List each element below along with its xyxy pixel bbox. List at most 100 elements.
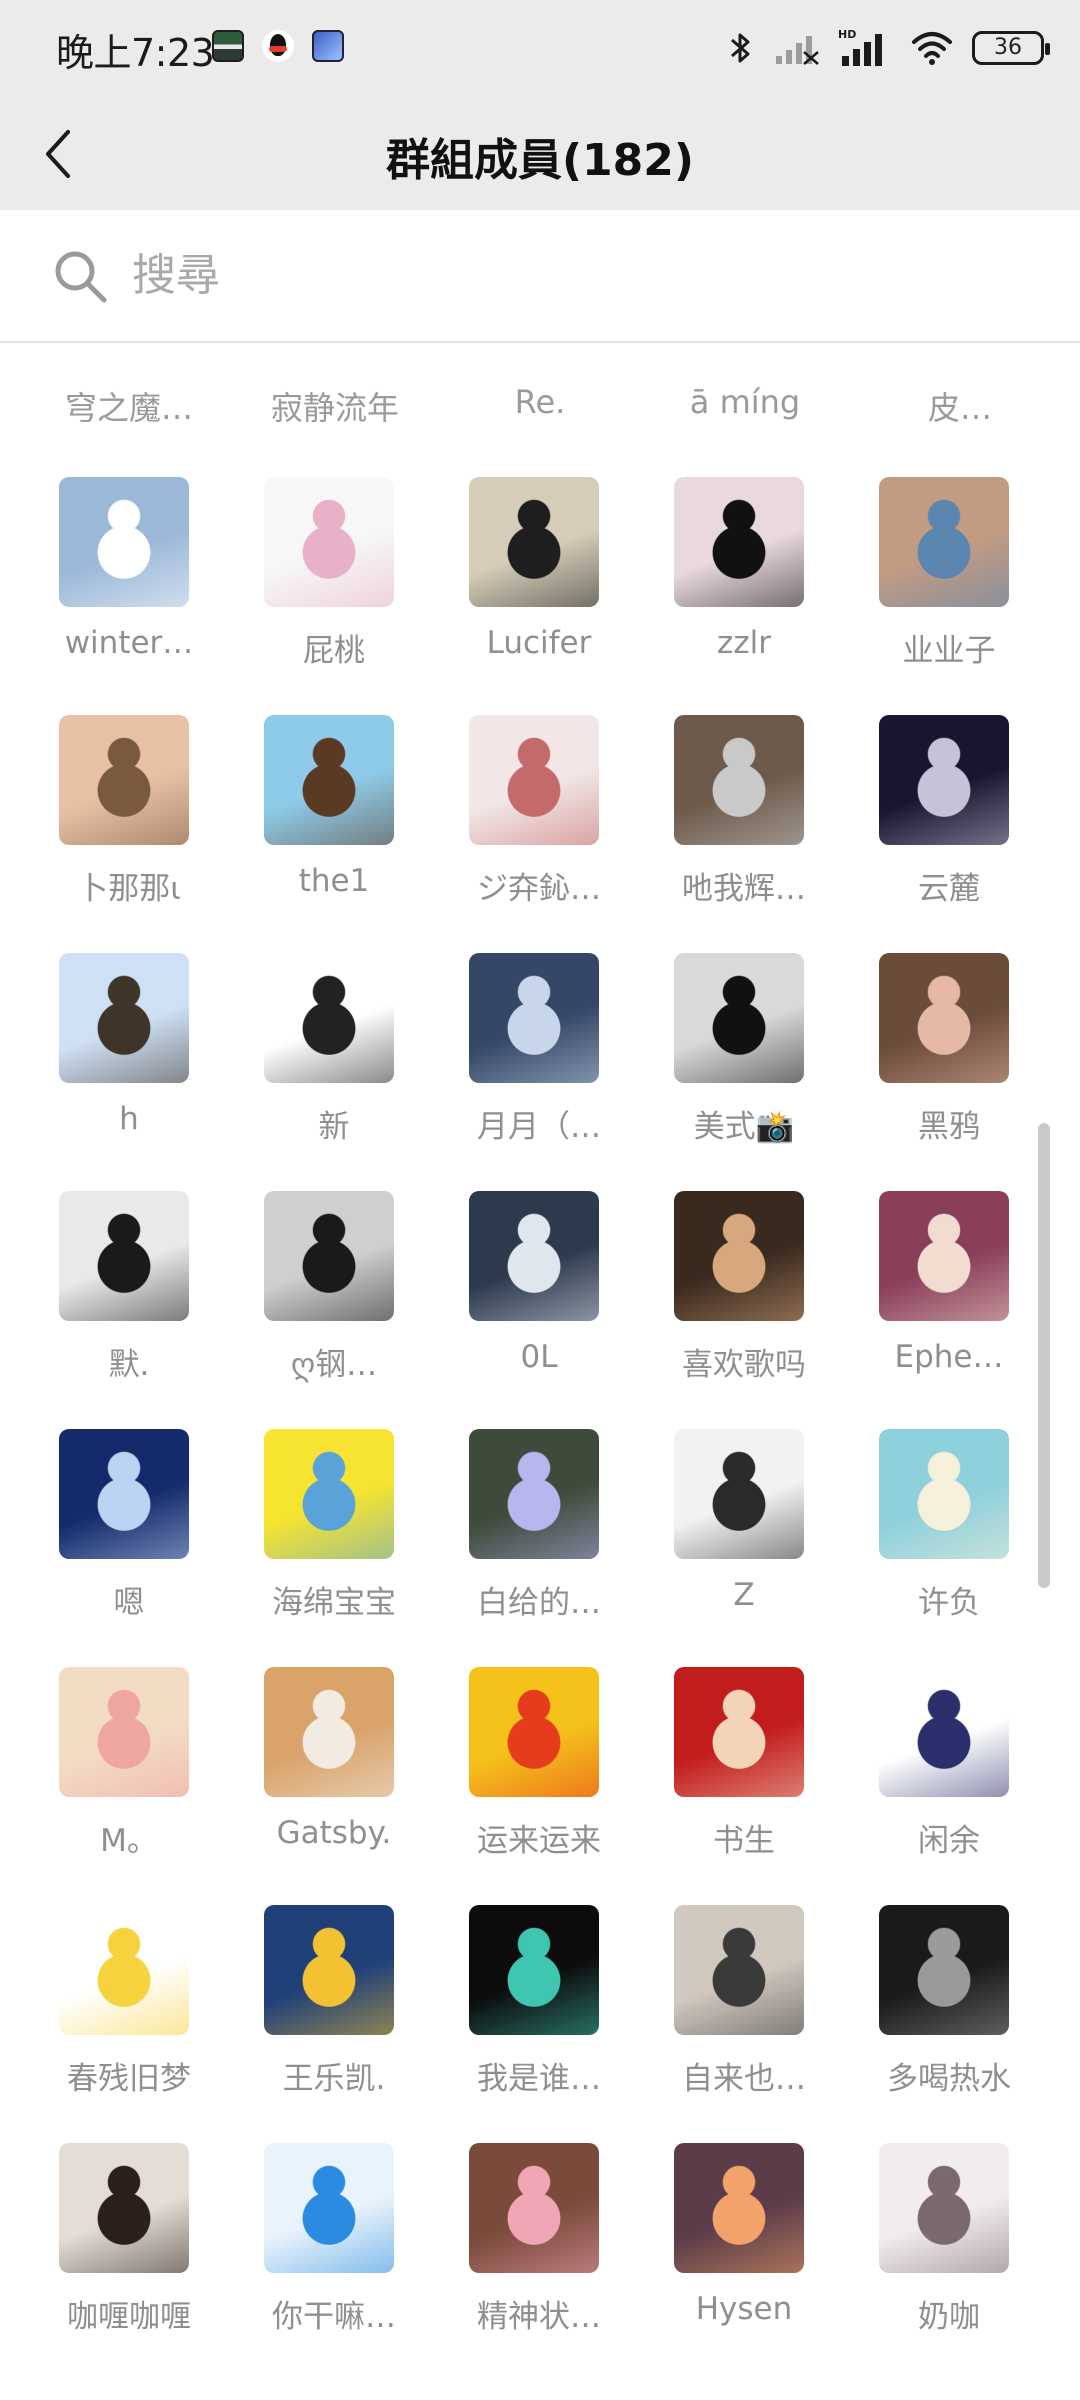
avatar[interactable] [264,953,394,1083]
avatar[interactable] [59,477,189,607]
member-item[interactable]: 嗯 [26,1429,232,1649]
page-title: 群組成員(182) [385,135,695,186]
member-item[interactable]: 闲余 [846,1667,1052,1887]
member-item[interactable]: Gatsby. [231,1667,437,1887]
status-time: 晚上7:23 [56,31,215,75]
member-item[interactable]: 0L [436,1191,642,1411]
avatar[interactable] [264,1905,394,2035]
avatar[interactable] [264,477,394,607]
member-item[interactable]: zzlr [641,477,847,697]
search-input[interactable] [132,250,932,301]
member-item[interactable]: 我是谁… [436,1905,642,2125]
member-item[interactable]: winter… [26,477,232,697]
avatar[interactable] [469,715,599,845]
member-item[interactable]: 王乐凯. [231,1905,437,2125]
member-item[interactable]: Lucifer [436,477,642,697]
member-item[interactable]: 精神状… [436,2143,642,2363]
avatar[interactable] [879,1905,1009,2035]
avatar[interactable] [674,477,804,607]
avatar[interactable] [264,1429,394,1559]
member-item[interactable]: 书生 [641,1667,847,1887]
avatar[interactable] [469,477,599,607]
avatar[interactable] [264,715,394,845]
member-item[interactable]: 奶咖 [846,2143,1052,2363]
member-item[interactable]: 业业子 [846,477,1052,697]
member-name[interactable]: Re. [445,383,635,421]
member-name[interactable]: 穹之魔… [34,383,224,429]
avatar[interactable] [59,1667,189,1797]
member-name[interactable]: ā míng [650,383,840,421]
avatar[interactable] [879,1429,1009,1559]
avatar[interactable] [879,953,1009,1083]
member-item[interactable]: h [26,953,232,1173]
member-item[interactable]: Z [641,1429,847,1649]
search-bar[interactable] [0,210,1080,343]
avatar[interactable] [59,2143,189,2273]
avatar[interactable] [879,2143,1009,2273]
member-item[interactable]: 你干嘛… [231,2143,437,2363]
avatar[interactable] [59,715,189,845]
avatar[interactable] [59,953,189,1083]
member-item[interactable]: 云麓 [846,715,1052,935]
member-item[interactable]: M。 [26,1667,232,1887]
member-name: 海绵宝宝 [272,1585,396,1621]
member-item[interactable]: ジ㚏鈊… [436,715,642,935]
member-item[interactable]: 美式📸 [641,953,847,1173]
scrollbar[interactable] [1038,1123,1050,1588]
member-name: 卜那那ι [77,871,181,907]
avatar[interactable] [264,1667,394,1797]
avatar[interactable] [469,953,599,1083]
avatar[interactable] [469,2143,599,2273]
avatar[interactable] [674,2143,804,2273]
member-name: 云麓 [918,871,980,907]
avatar[interactable] [469,1429,599,1559]
avatar[interactable] [469,1905,599,2035]
member-name[interactable]: 皮… [880,383,1040,429]
member-item[interactable]: 自来也… [641,1905,847,2125]
avatar[interactable] [674,1667,804,1797]
member-item[interactable]: 春残旧梦 [26,1905,232,2125]
member-item[interactable]: 月月（… [436,953,642,1173]
member-name: 春残旧梦 [67,2061,191,2097]
avatar[interactable] [674,715,804,845]
member-name: 你干嘛… [272,2299,396,2335]
member-item[interactable]: 许负 [846,1429,1052,1649]
member-item[interactable]: ღ钢… [231,1191,437,1411]
member-item[interactable]: 屁桃 [231,477,437,697]
avatar[interactable] [674,1905,804,2035]
member-name: Z [733,1577,755,1613]
member-name: 多喝热水 [887,2061,1011,2097]
member-item[interactable]: 白给的… [436,1429,642,1649]
member-item[interactable]: 卜那那ι [26,715,232,935]
member-item[interactable]: 喜欢歌吗 [641,1191,847,1411]
member-item[interactable]: 新 [231,953,437,1173]
avatar[interactable] [674,953,804,1083]
member-name: h [119,1101,139,1137]
avatar[interactable] [879,1667,1009,1797]
app-notification-icon [212,30,244,62]
member-item[interactable]: 多喝热水 [846,1905,1052,2125]
member-item[interactable]: 黑鸦 [846,953,1052,1173]
avatar[interactable] [674,1429,804,1559]
avatar[interactable] [264,2143,394,2273]
avatar[interactable] [674,1191,804,1321]
member-item[interactable]: Ephe… [846,1191,1052,1411]
avatar[interactable] [59,1905,189,2035]
member-item[interactable]: the1 [231,715,437,935]
member-item[interactable]: 咖喱咖喱 [26,2143,232,2363]
avatar[interactable] [469,1667,599,1797]
avatar[interactable] [879,477,1009,607]
member-item[interactable]: 默. [26,1191,232,1411]
avatar[interactable] [264,1191,394,1321]
member-item[interactable]: 运来运来 [436,1667,642,1887]
avatar[interactable] [879,1191,1009,1321]
avatar[interactable] [59,1429,189,1559]
avatar[interactable] [59,1191,189,1321]
member-name: 咖喱咖喱 [67,2299,191,2335]
member-name[interactable]: 寂静流年 [240,383,430,429]
member-item[interactable]: 吔我辉… [641,715,847,935]
member-item[interactable]: Hysen [641,2143,847,2363]
avatar[interactable] [469,1191,599,1321]
avatar[interactable] [879,715,1009,845]
member-item[interactable]: 海绵宝宝 [231,1429,437,1649]
